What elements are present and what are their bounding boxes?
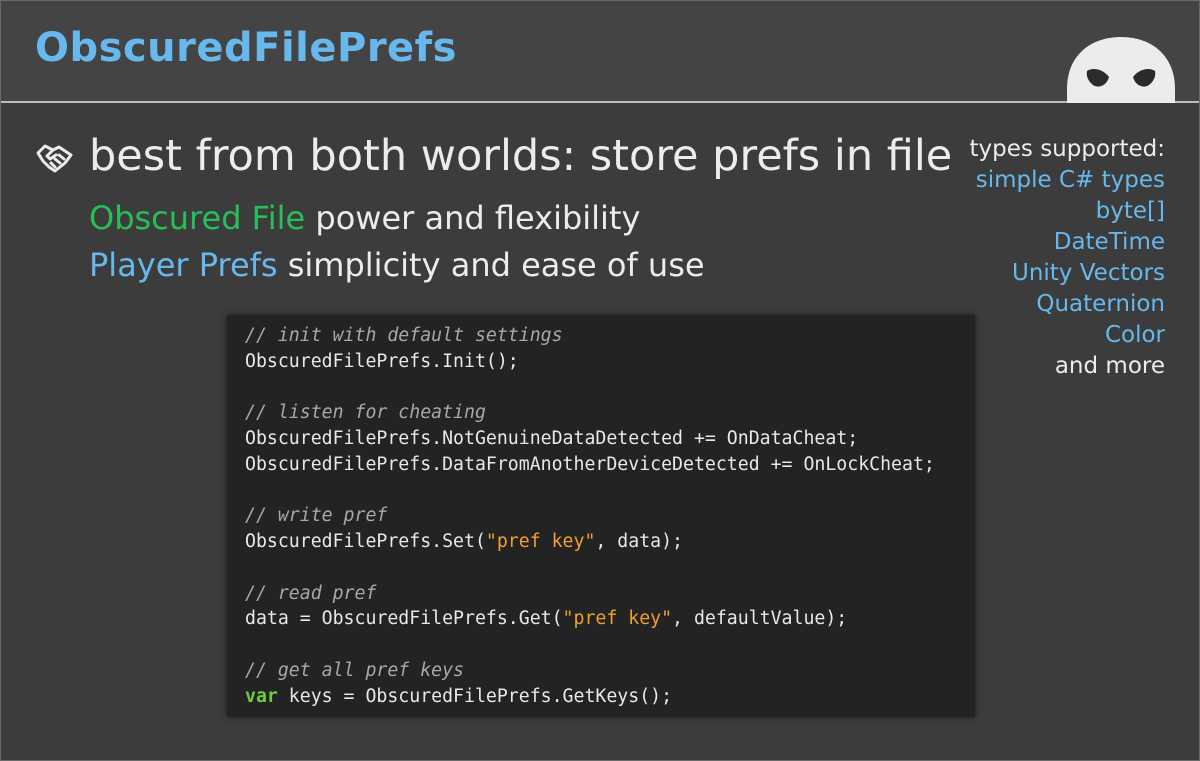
code-comment: // get all pref keys bbox=[245, 659, 464, 681]
code-text: data = ObscuredFilePrefs.Get( bbox=[245, 608, 563, 630]
type-item: Quaternion bbox=[1036, 291, 1165, 317]
player-prefs-highlight: Player Prefs bbox=[89, 246, 278, 284]
types-supported-list: types supported: simple C# types byte[] … bbox=[970, 134, 1165, 382]
code-line: data = ObscuredFilePrefs.Get("pref key",… bbox=[245, 606, 975, 632]
code-blank bbox=[245, 632, 975, 658]
code-line: ObscuredFilePrefs.Init(); bbox=[245, 350, 519, 372]
code-text: ObscuredFilePrefs.Set( bbox=[245, 531, 486, 552]
page-title: ObscuredFilePrefs bbox=[35, 25, 457, 71]
headline: best from both worlds: store prefs in fi… bbox=[89, 131, 953, 181]
code-comment: // write pref bbox=[245, 505, 388, 527]
subline-player-prefs: Player Prefs simplicity and ease of use bbox=[89, 246, 705, 284]
handshake-icon bbox=[36, 144, 73, 173]
code-line: ObscuredFilePrefs.Set("pref key", data); bbox=[245, 529, 975, 555]
code-string: "pref key" bbox=[485, 531, 596, 552]
type-item: byte[] bbox=[1095, 198, 1165, 224]
code-line: var keys = ObscuredFilePrefs.GetKeys(); bbox=[245, 684, 975, 710]
code-blank bbox=[245, 555, 975, 581]
subline-obscured-file: Obscured File power and flexibility bbox=[89, 199, 640, 237]
code-block: // init with default settings ObscuredFi… bbox=[227, 315, 975, 717]
code-string: "pref key" bbox=[562, 608, 673, 630]
code-text: , defaultValue); bbox=[672, 608, 848, 630]
code-comment: // read pref bbox=[245, 582, 377, 604]
code-text: keys = ObscuredFilePrefs.GetKeys(); bbox=[277, 685, 673, 707]
type-item: Color bbox=[1104, 322, 1165, 348]
obscured-file-text: power and flexibility bbox=[305, 199, 641, 237]
type-item: DateTime bbox=[1053, 229, 1165, 255]
mascot-icon bbox=[1067, 37, 1175, 103]
player-prefs-text: simplicity and ease of use bbox=[277, 246, 705, 284]
code-keyword: var bbox=[245, 685, 278, 707]
slide: ObscuredFilePrefs best from both worlds:… bbox=[0, 0, 1200, 761]
types-more: and more bbox=[1054, 353, 1165, 379]
code-text: , data); bbox=[595, 531, 684, 552]
header: ObscuredFilePrefs bbox=[1, 1, 1199, 103]
code-line: ObscuredFilePrefs.NotGenuineDataDetected… bbox=[245, 428, 859, 449]
code-comment: // listen for cheating bbox=[245, 402, 486, 424]
type-item: Unity Vectors bbox=[1011, 260, 1165, 286]
code-blank bbox=[245, 375, 975, 401]
code-line: ObscuredFilePrefs.DataFromAnotherDeviceD… bbox=[245, 453, 935, 475]
obscured-file-highlight: Obscured File bbox=[89, 199, 306, 237]
type-item: simple C# types bbox=[975, 167, 1165, 193]
code-comment: // init with default settings bbox=[245, 325, 563, 346]
types-heading: types supported: bbox=[969, 136, 1165, 162]
code-blank bbox=[245, 478, 975, 504]
